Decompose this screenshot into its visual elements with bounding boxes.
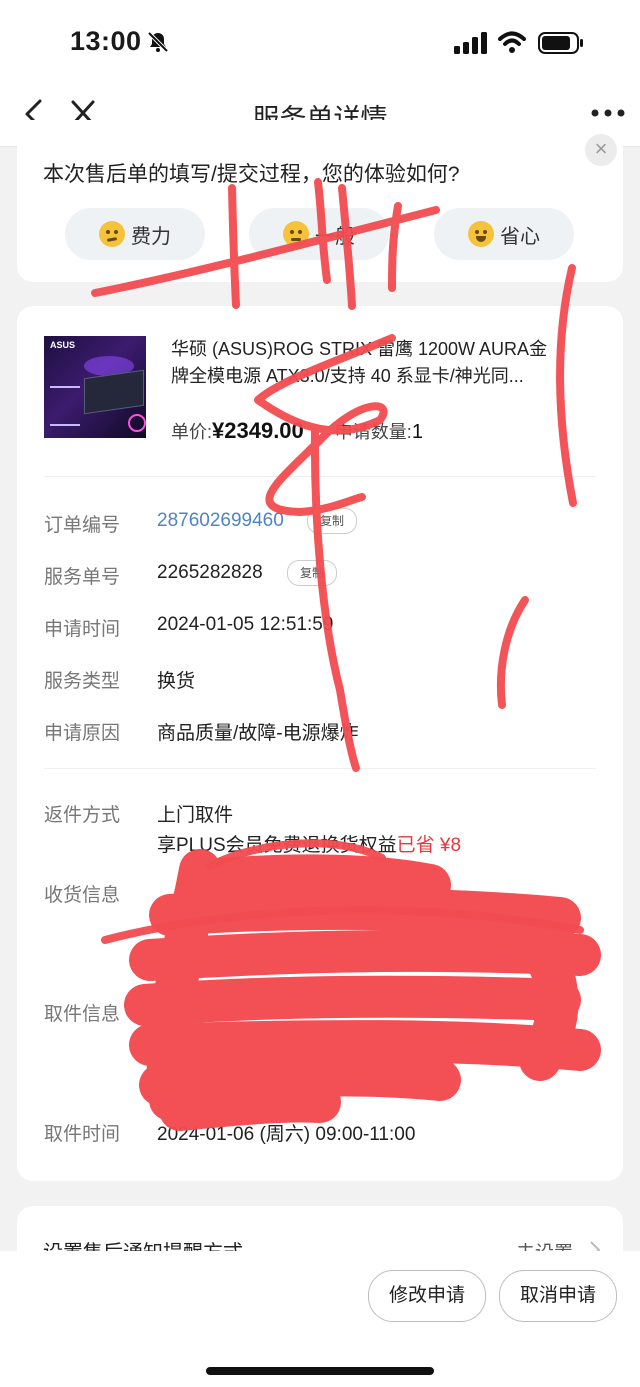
qty-value: 1 <box>411 421 423 443</box>
apply-time-value: 2024-01-05 12:51:59 <box>157 614 334 635</box>
more-icon[interactable] <box>590 108 626 118</box>
order-no-label: 订单编号 <box>44 515 121 536</box>
survey-option-label: 省心 <box>500 225 540 248</box>
apply-time-label: 申请时间 <box>44 619 121 640</box>
return-method-label: 返件方式 <box>44 805 121 826</box>
plus-benefit: 享PLUS会员免费退换货权益已省 ¥8 <box>157 830 461 857</box>
service-type-value: 换货 <box>157 671 196 692</box>
bottom-action-bar: 修改申请 取消申请 <box>0 1251 640 1387</box>
plus-benefit-text: 享PLUS会员免费退换货权益 <box>157 835 397 856</box>
service-no-value: 2265282828 <box>157 562 263 583</box>
grin-face-icon <box>468 221 494 247</box>
copy-order-no-button[interactable]: 复制 <box>307 508 358 534</box>
product-fan <box>128 414 146 432</box>
wifi-icon <box>498 31 526 53</box>
frown-face-icon <box>99 221 125 247</box>
divider <box>44 768 596 769</box>
home-indicator[interactable] <box>206 1367 434 1375</box>
survey-option-hard[interactable]: 费力 <box>65 208 205 260</box>
product-image[interactable]: ASUS <box>44 336 146 438</box>
price-label: 单价: <box>171 422 213 442</box>
product-name[interactable]: 华硕 (ASUS)ROG STRIX 雷鹰 1200W AURA金牌全模电源 A… <box>171 336 551 390</box>
price-row: 单价:¥2349.00 申请数量:1 <box>171 418 423 444</box>
service-no-label: 服务单号 <box>44 567 121 588</box>
survey-option-easy[interactable]: 省心 <box>434 208 574 260</box>
signal-icon <box>454 32 487 54</box>
pickup-time-value: 2024-01-06 (周六) 09:00-11:00 <box>157 1124 416 1145</box>
survey-card: × 本次售后单的填写/提交过程，您的体验如何? 费力 一般 省心 <box>17 120 623 282</box>
survey-question: 本次售后单的填写/提交过程，您的体验如何? <box>43 163 460 186</box>
survey-option-label: 一般 <box>315 225 355 248</box>
qty-label: 申请数量: <box>334 422 412 442</box>
survey-option-label: 费力 <box>131 225 171 248</box>
pickup-time-label: 取件时间 <box>44 1124 121 1145</box>
divider <box>44 476 596 477</box>
modify-request-button[interactable]: 修改申请 <box>368 1270 486 1322</box>
product-psu <box>84 369 144 415</box>
status-time: 13:00 <box>70 26 142 56</box>
service-type-label: 服务类型 <box>44 671 121 692</box>
survey-option-normal[interactable]: 一般 <box>249 208 389 260</box>
product-image-logo: ASUS <box>50 340 76 350</box>
survey-close-button[interactable]: × <box>585 134 617 166</box>
battery-icon <box>538 32 583 54</box>
bell-muted-icon <box>147 31 169 53</box>
return-method-value: 上门取件 <box>157 805 234 826</box>
saved-amount: 已省 ¥8 <box>396 835 462 856</box>
unit-price: ¥2349.00 <box>212 418 304 443</box>
neutral-face-icon <box>283 221 309 247</box>
cancel-request-button[interactable]: 取消申请 <box>499 1270 617 1322</box>
copy-service-no-button[interactable]: 复制 <box>287 560 338 586</box>
order-no-link[interactable]: 287602699460 <box>157 510 284 532</box>
reason-value: 商品质量/故障-电源爆炸 <box>157 723 359 744</box>
pickup-info-label: 取件信息 <box>44 1004 121 1025</box>
service-detail-card: ASUS 华硕 (ASUS)ROG STRIX 雷鹰 1200W AURA金牌全… <box>17 306 623 1181</box>
status-bar: 13:00 <box>0 0 640 86</box>
receive-info-label: 收货信息 <box>44 885 121 906</box>
reason-label: 申请原因 <box>44 723 121 744</box>
product-lines <box>50 386 80 426</box>
